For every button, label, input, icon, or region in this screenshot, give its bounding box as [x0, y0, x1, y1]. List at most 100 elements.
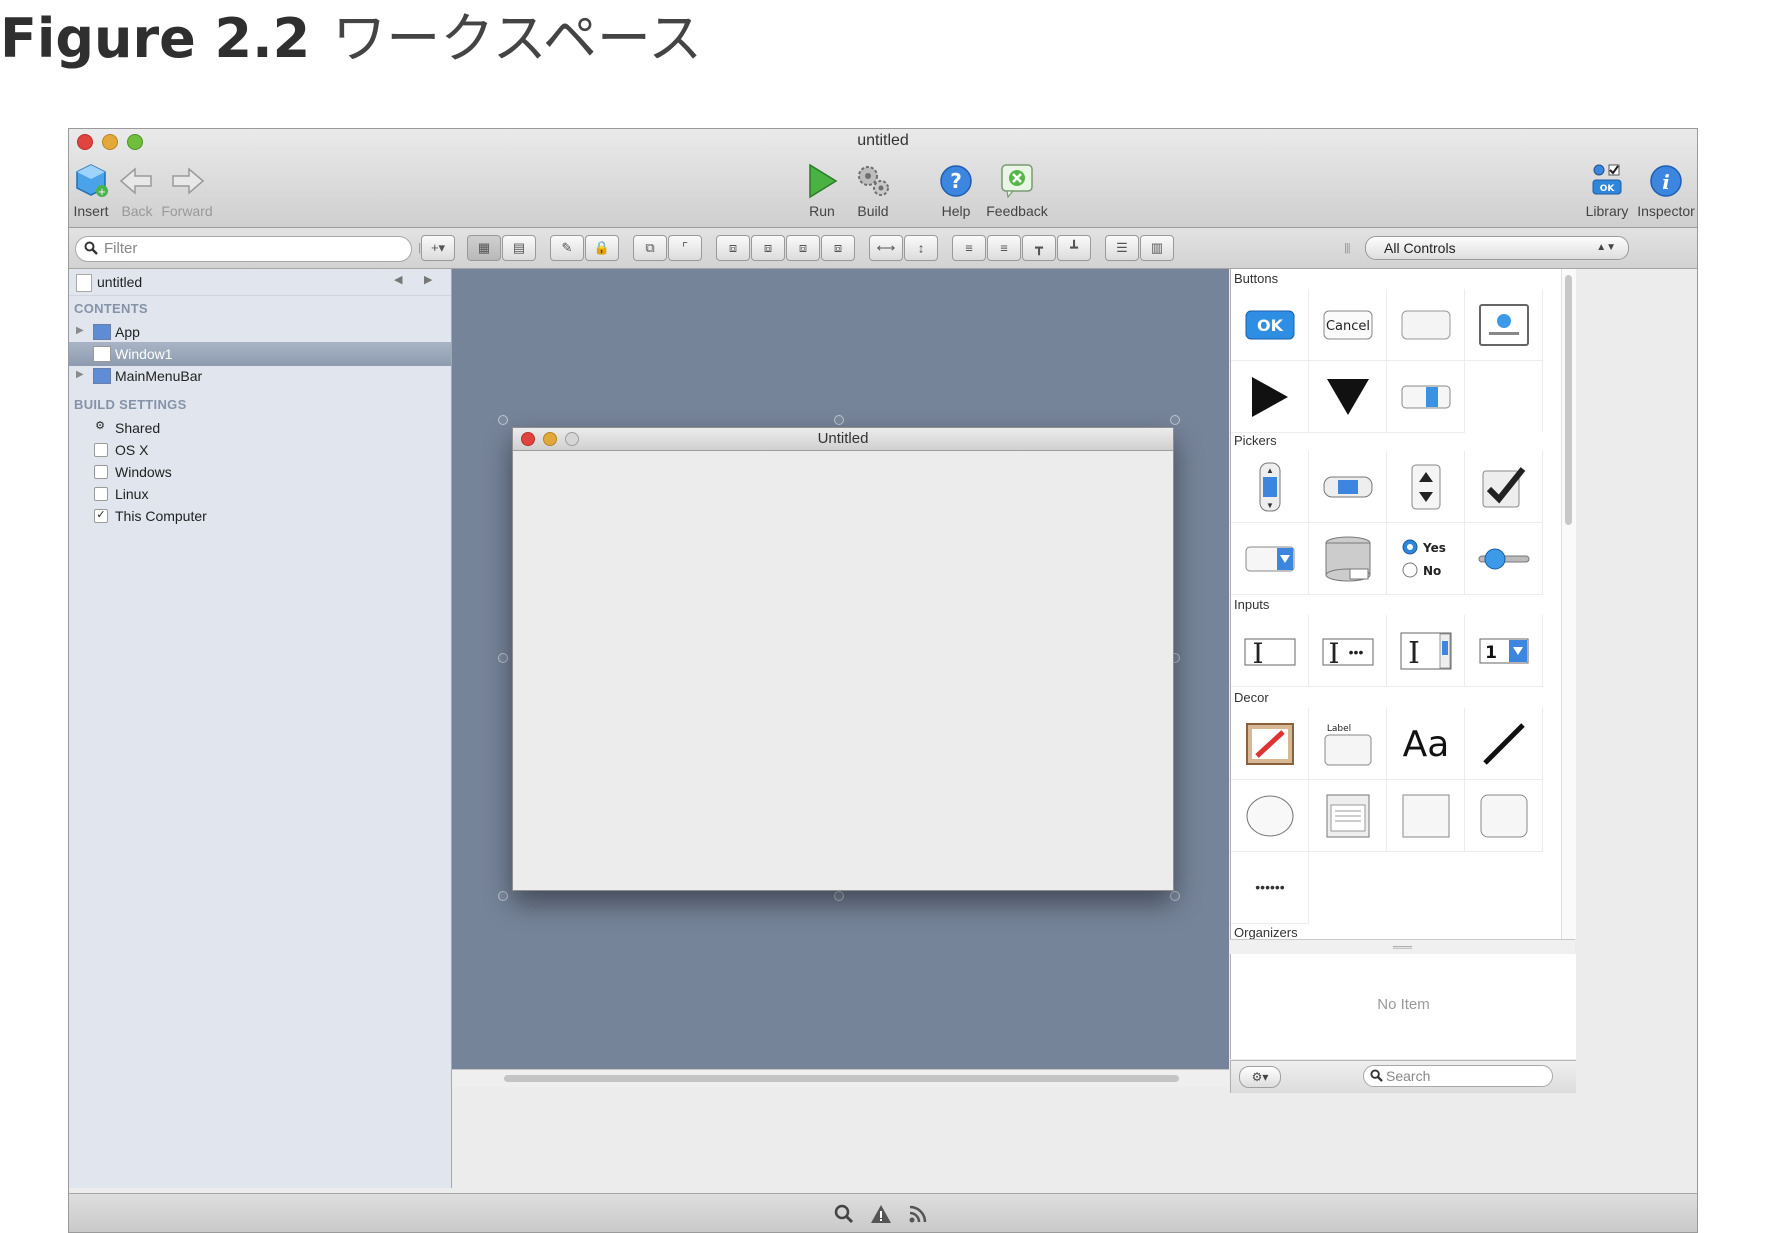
resize-handle[interactable] — [498, 415, 508, 425]
line-control[interactable] — [1465, 708, 1543, 780]
linux-checkbox[interactable] — [94, 487, 108, 501]
osx-checkbox[interactable] — [94, 443, 108, 457]
disclosure-triangle-control[interactable] — [1231, 361, 1309, 433]
textfield-control[interactable]: I — [1231, 615, 1309, 687]
bring-front-button[interactable]: ⧈ — [716, 235, 750, 261]
horizontal-scrollbar-control[interactable] — [1309, 451, 1387, 523]
build-button[interactable]: Build — [851, 161, 895, 219]
this-computer-checkbox[interactable]: ✓ — [94, 509, 108, 523]
library-scrollbar[interactable] — [1561, 269, 1576, 939]
filter-field[interactable]: Filter — [75, 236, 412, 262]
help-button[interactable]: ? Help — [936, 161, 976, 219]
back-button[interactable]: Back — [117, 161, 157, 219]
disclosure-triangle-icon[interactable]: ▶ — [76, 325, 84, 336]
build-item-linux[interactable]: Linux — [69, 482, 451, 506]
build-item-this-computer[interactable]: ✓ This Computer — [69, 504, 451, 528]
search-icon[interactable] — [834, 1204, 854, 1224]
library-button[interactable]: OK Library — [1582, 161, 1632, 219]
sidebar-item-mainmenubar[interactable]: ▶ MainMenuBar — [69, 364, 451, 388]
nav-forward-icon[interactable]: ▶ — [424, 273, 432, 286]
fill-height-button[interactable]: ↕ — [904, 235, 938, 261]
combobox-control[interactable]: 1 — [1465, 615, 1543, 687]
resize-handle[interactable] — [834, 891, 844, 901]
slider-control[interactable] — [1465, 523, 1543, 595]
separator-control[interactable]: •••••• — [1231, 852, 1309, 924]
build-item-shared[interactable]: ⚙ Shared — [69, 416, 451, 440]
edit-button[interactable]: ✎ — [550, 235, 584, 261]
resize-handle[interactable] — [1170, 415, 1180, 425]
send-backward-icon: ⧈ — [798, 240, 808, 255]
bring-forward-button[interactable]: ⧈ — [751, 235, 785, 261]
windows-checkbox[interactable] — [94, 465, 108, 479]
document-row[interactable]: untitled ◀ ▶ — [69, 269, 451, 296]
build-item-windows[interactable]: Windows — [69, 460, 451, 484]
scrollbar-thumb[interactable] — [504, 1075, 1179, 1082]
database-query-control[interactable] — [1309, 523, 1387, 595]
rectangle-control[interactable] — [1387, 780, 1465, 852]
imagewell-control[interactable] — [1309, 780, 1387, 852]
disclosure-triangle-icon[interactable]: ▶ — [76, 369, 84, 380]
controls-filter-popup[interactable]: All Controls ▲▼ — [1365, 236, 1629, 260]
align-right-button[interactable]: ≡ — [987, 235, 1021, 261]
bevel-button-control[interactable] — [1387, 289, 1465, 361]
library-search-placeholder: Search — [1386, 1068, 1431, 1084]
resize-handle[interactable] — [834, 415, 844, 425]
align-left-icon: ≡ — [965, 240, 973, 256]
canvas-control[interactable] — [1231, 708, 1309, 780]
forward-button[interactable]: Forward — [161, 161, 213, 219]
pushbutton-ok-control[interactable]: OK — [1231, 289, 1309, 361]
segmented-control[interactable] — [1387, 361, 1465, 433]
groupbox-control[interactable]: Label — [1309, 708, 1387, 780]
scrollbar-thumb[interactable] — [1565, 275, 1572, 525]
code-icon: ▤ — [512, 240, 526, 255]
resize-handle[interactable] — [498, 653, 508, 663]
send-back-button[interactable]: ⧈ — [821, 235, 855, 261]
align-left-button[interactable]: ≡ — [952, 235, 986, 261]
rounded-rectangle-control[interactable] — [1465, 780, 1543, 852]
up-down-arrows-control[interactable] — [1387, 451, 1465, 523]
checkbox-control[interactable] — [1465, 451, 1543, 523]
guides-button[interactable]: ⌜ — [668, 235, 702, 261]
run-button[interactable]: Run — [802, 161, 842, 219]
add-item-button[interactable]: +▾ — [421, 235, 455, 261]
popup-menu-control[interactable] — [1231, 523, 1309, 595]
library-action-button[interactable]: ⚙▾ — [1239, 1066, 1281, 1088]
tab-order-button[interactable]: ⧉ — [633, 235, 667, 261]
align-bottom-button[interactable]: ┻ — [1057, 235, 1091, 261]
insert-button[interactable]: + Insert — [71, 161, 111, 219]
send-backward-button[interactable]: ⧈ — [786, 235, 820, 261]
resize-handle[interactable] — [498, 891, 508, 901]
distribute-horizontal-button[interactable]: ☰ — [1105, 235, 1139, 261]
sidebar-item-window1[interactable]: Window1 — [69, 342, 451, 366]
lock-button[interactable]: 🔒 — [585, 235, 619, 261]
library-search-field[interactable]: Search — [1363, 1065, 1553, 1087]
oval-control[interactable] — [1231, 780, 1309, 852]
warning-icon[interactable] — [870, 1204, 892, 1224]
layout-view-button[interactable]: ▦ — [467, 235, 501, 261]
distribute-vertical-button[interactable]: ▥ — [1140, 235, 1174, 261]
build-item-osx[interactable]: OS X — [69, 438, 451, 462]
scrollbar-control[interactable]: ▲ ▼ — [1231, 451, 1309, 523]
label-control[interactable]: Aa — [1387, 708, 1465, 780]
nav-back-icon[interactable]: ◀ — [394, 273, 402, 286]
password-field-control[interactable]: I ••• — [1309, 615, 1387, 687]
inspector-button[interactable]: i Inspector — [1635, 161, 1697, 219]
font-sample: Aa — [1402, 724, 1449, 765]
fill-width-button[interactable]: ⟷ — [869, 235, 903, 261]
feedback-button[interactable]: Feedback — [985, 161, 1049, 219]
disclosure-down-control[interactable] — [1309, 361, 1387, 433]
resize-handle[interactable] — [1170, 891, 1180, 901]
textarea-control[interactable]: I — [1387, 615, 1465, 687]
layout-editor-canvas[interactable]: Untitled — [452, 269, 1229, 1069]
icon-button-control[interactable] — [1465, 289, 1543, 361]
radio-button-control[interactable]: Yes No — [1387, 523, 1465, 595]
pushbutton-cancel-control[interactable]: Cancel — [1309, 289, 1387, 361]
sidebar-item-app[interactable]: ▶ App — [69, 320, 451, 344]
canvas-horizontal-scrollbar[interactable] — [452, 1069, 1229, 1087]
library-inspector-splitter[interactable]: ═══ — [1230, 939, 1575, 955]
feed-icon[interactable] — [908, 1204, 928, 1224]
code-view-button[interactable]: ▤ — [502, 235, 536, 261]
library-grip-icon[interactable]: ||| — [1344, 242, 1351, 254]
align-top-button[interactable]: ┳ — [1022, 235, 1056, 261]
designed-window[interactable]: Untitled — [512, 427, 1174, 891]
